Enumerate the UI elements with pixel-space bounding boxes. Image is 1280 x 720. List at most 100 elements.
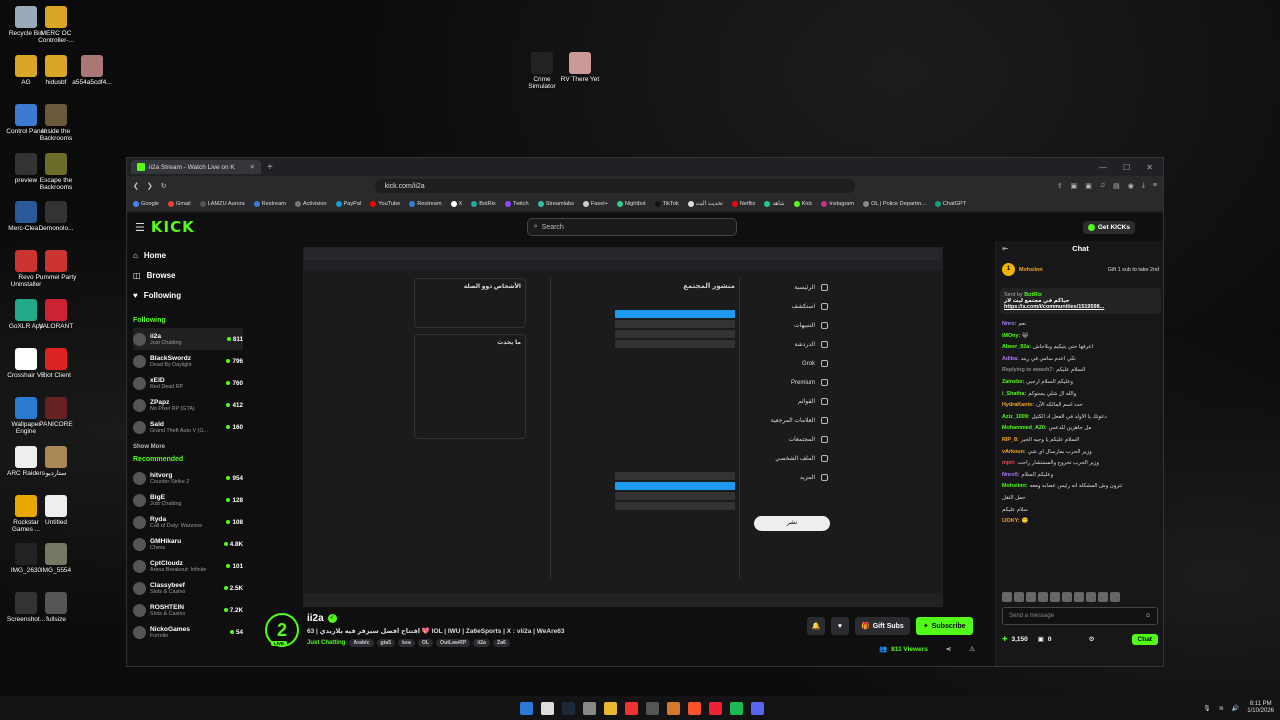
- notification-bell-button[interactable]: 🔔: [807, 617, 825, 635]
- explorer-icon[interactable]: [541, 701, 554, 715]
- extension-icon[interactable]: ▣: [1085, 182, 1092, 190]
- address-bar[interactable]: kick.com/ii2a: [374, 179, 855, 193]
- sidebar-channel[interactable]: Ryda Call of Duty: Warzone 108: [133, 511, 243, 533]
- bookmark-item[interactable]: LAMZU Aurora: [199, 200, 245, 207]
- desktop-icon[interactable]: Escape the Backrooms: [34, 153, 78, 191]
- bookmark-item[interactable]: YouTube: [370, 200, 400, 207]
- bookmark-item[interactable]: Restream: [253, 200, 286, 207]
- stream-tag[interactable]: ii2a: [473, 639, 490, 647]
- app-icon[interactable]: [646, 701, 659, 715]
- emote[interactable]: [1074, 592, 1084, 602]
- chat-username[interactable]: mpri:: [1002, 460, 1015, 466]
- close-tab-icon[interactable]: ✕: [250, 163, 255, 171]
- app-icon[interactable]: [709, 701, 722, 715]
- desktop-icon[interactable]: RV There Yet: [558, 52, 602, 83]
- chat-username[interactable]: Aziz_1009:: [1002, 414, 1030, 420]
- emoji-icon[interactable]: ☺: [1145, 608, 1151, 624]
- bookmark-item[interactable]: Google: [133, 200, 159, 207]
- app-icon[interactable]: [583, 701, 596, 715]
- show-more-button[interactable]: Show More: [133, 444, 243, 450]
- bookmark-item[interactable]: Streamlabs: [537, 200, 574, 207]
- sidebar-channel[interactable]: ii2a Just Chatting 811: [133, 328, 243, 350]
- share-icon[interactable]: ⋖: [946, 645, 951, 653]
- emote[interactable]: [1002, 592, 1012, 602]
- desktop-icon[interactable]: IMG_5554: [34, 543, 78, 574]
- bookmark-item[interactable]: Twitch: [504, 200, 529, 207]
- desktop-icon[interactable]: fullsize: [34, 592, 78, 623]
- spotify-icon[interactable]: [730, 701, 743, 715]
- chat-username[interactable]: vArkoun:: [1002, 449, 1026, 455]
- nav-home[interactable]: ⌂ Home: [133, 245, 243, 265]
- bookmark-item[interactable]: PayPal: [335, 200, 361, 207]
- desktop-icon[interactable]: ستارديو: [34, 446, 78, 477]
- gift-subs-button[interactable]: 🎁 Gift Subs: [855, 617, 910, 635]
- follow-heart-button[interactable]: ♥: [831, 617, 849, 635]
- channel-name[interactable]: ii2a ✓: [307, 613, 337, 624]
- bookmark-item[interactable]: TikTok: [654, 200, 679, 207]
- bookmark-item[interactable]: Gmail: [168, 200, 191, 207]
- stream-tag[interactable]: gta5: [376, 639, 396, 647]
- chat-username[interactable]: HydraKante:: [1002, 402, 1034, 408]
- close-window-icon[interactable]: ✕: [1146, 163, 1153, 172]
- chat-username[interactable]: Replying to awash7:: [1002, 367, 1054, 373]
- chat-username[interactable]: Mohammed_A20:: [1002, 425, 1047, 431]
- sidebar-channel[interactable]: NickoGames Fortnite 54: [133, 621, 243, 643]
- app-icon[interactable]: [667, 701, 680, 715]
- stream-tag[interactable]: OutLawRP: [436, 639, 471, 647]
- desktop-icon[interactable]: a554a5cdf4...: [70, 55, 114, 86]
- chat-username[interactable]: Adiba:: [1002, 356, 1019, 362]
- sidebar-channel[interactable]: Sald Grand Theft Auto V (G... 160: [133, 416, 243, 438]
- gift-leaderboard[interactable]: 1 Mohsiinn Gift 1 sub to take 2nd: [1002, 263, 1159, 276]
- back-icon[interactable]: ❮: [133, 182, 139, 190]
- sidebar-channel[interactable]: Classybeef Slots & Casino 2.5K: [133, 577, 243, 599]
- minimize-icon[interactable]: —: [1099, 163, 1107, 172]
- app-icon[interactable]: [625, 701, 638, 715]
- chat-username[interactable]: IJOKY:: [1002, 518, 1020, 524]
- chat-username[interactable]: Nnro0:: [1002, 472, 1019, 478]
- desktop-icon[interactable]: Untitled: [34, 495, 78, 526]
- sidebar-channel[interactable]: GMHikaru Chess 4.8K: [133, 533, 243, 555]
- extension-icon[interactable]: ▣: [1071, 182, 1078, 190]
- bookmark-item[interactable]: Netflix: [731, 200, 755, 207]
- share-icon[interactable]: ⇪: [1057, 182, 1063, 190]
- sidebar-channel[interactable]: BigE Just Chatting 128: [133, 489, 243, 511]
- chat-username[interactable]: iMOny:: [1002, 333, 1020, 339]
- wifi-icon[interactable]: ≋: [1219, 705, 1224, 712]
- steam-icon[interactable]: [562, 701, 575, 715]
- clock[interactable]: 8:11 PM 1/10/2026: [1247, 701, 1274, 715]
- bookmark-item[interactable]: Kick: [793, 200, 812, 207]
- bookmark-item[interactable]: Instagram: [821, 200, 854, 207]
- sidebar-channel[interactable]: hitvorg Counter-Strike 2 954: [133, 467, 243, 489]
- menu-icon[interactable]: ≡: [1153, 182, 1157, 190]
- maximize-icon[interactable]: ☐: [1123, 163, 1130, 172]
- desktop-icon[interactable]: PANICORE: [34, 397, 78, 428]
- bookmark-item[interactable]: ChatGPT: [934, 200, 966, 207]
- new-tab-icon[interactable]: +: [267, 162, 273, 173]
- report-icon[interactable]: ⚠: [969, 645, 975, 653]
- chat-input[interactable]: Send a message ☺: [1002, 607, 1158, 625]
- sidebar-channel[interactable]: xEID Red Dead RP 760: [133, 372, 243, 394]
- music-icon[interactable]: ♫: [1100, 182, 1105, 190]
- collapse-chat-icon[interactable]: ⇤: [1002, 241, 1008, 257]
- bookmark-item[interactable]: BotRix: [471, 200, 496, 207]
- sidebar-icon[interactable]: ▤: [1113, 182, 1120, 190]
- bookmark-item[interactable]: OL | Police Departm...: [863, 200, 926, 207]
- nav-following[interactable]: ♥ Following: [133, 285, 243, 305]
- folder-icon[interactable]: [604, 701, 617, 715]
- sidebar-channel[interactable]: CptCloudz Arena Breakout: Infinite 101: [133, 555, 243, 577]
- desktop-icon[interactable]: Pummel Party: [34, 250, 78, 281]
- chat-send-button[interactable]: Chat: [1131, 633, 1158, 645]
- desktop-icon[interactable]: Inside the Backrooms: [34, 104, 78, 142]
- bookmark-item[interactable]: Restream: [409, 200, 442, 207]
- bookmark-item[interactable]: تحديث البث: [687, 200, 723, 207]
- video-player[interactable]: الرئيسية استكشف التنبيهات الدردشة Grok Premiu…: [303, 247, 943, 607]
- stream-tag[interactable]: OL: [417, 639, 434, 647]
- pinned-message[interactable]: Sent by BotRix حياكم في مجتمع ليت لار ht…: [1000, 288, 1161, 314]
- bookmark-item[interactable]: Nightbot: [616, 200, 646, 207]
- stream-tag[interactable]: Za6: [492, 639, 510, 647]
- chat-username[interactable]: RIP_8:: [1002, 437, 1019, 443]
- emote[interactable]: [1086, 592, 1096, 602]
- profile-icon[interactable]: ◉: [1128, 182, 1134, 190]
- sidebar-channel[interactable]: ZPapz No Pixel RP (GTA) 412: [133, 394, 243, 416]
- volume-icon[interactable]: 🔊: [1232, 705, 1239, 712]
